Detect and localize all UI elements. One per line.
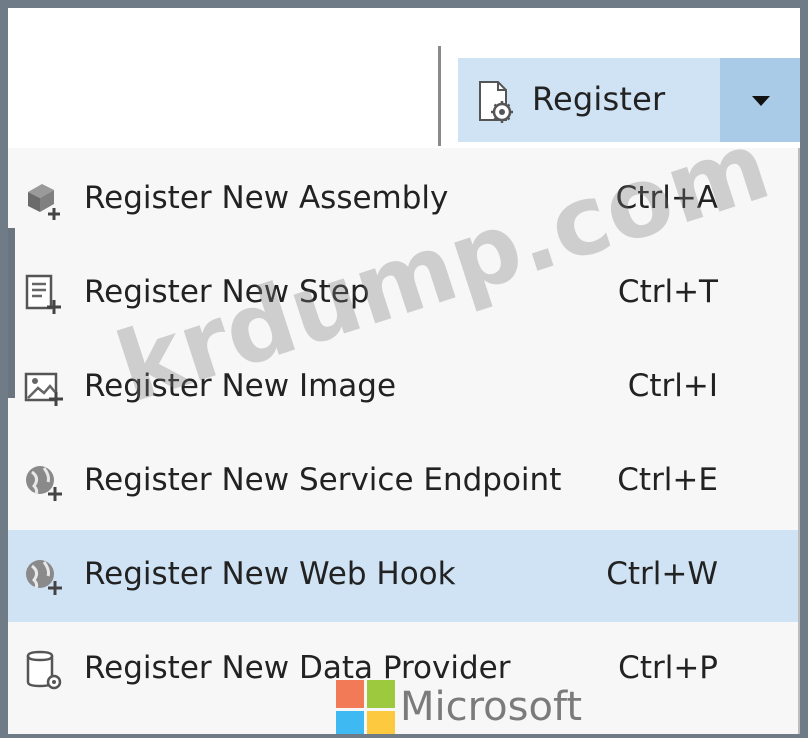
register-dropdown-toggle[interactable] [720,58,800,142]
menu-item-label: Register New Image [84,368,397,404]
menu-item-register-new-service-endpoint[interactable]: Register New Service Endpoint Ctrl+E [8,436,798,528]
chevron-down-icon [752,96,770,106]
menu-item-label: Register New Web Hook [84,556,456,592]
menu-item-label: Register New Data Provider [84,650,511,686]
image-add-icon [22,366,66,410]
menu-item-label: Register New Service Endpoint [84,462,562,498]
register-plugin-icon [476,80,516,124]
menu-item-shortcut: Ctrl+W [606,556,718,592]
menu-item-shortcut: Ctrl+T [617,274,718,310]
data-provider-icon [22,648,66,692]
microsoft-logo-icon [336,680,396,734]
menu-item-shortcut: Ctrl+A [615,180,718,216]
menu-item-register-new-step[interactable]: Register New Step Ctrl+T [8,248,798,340]
screenshot-frame: Register Register New Assembly Ctrl+A Re… [8,8,800,734]
step-add-icon [22,272,66,316]
register-button[interactable]: Register [458,58,720,142]
menu-item-shortcut: Ctrl+P [618,650,718,686]
menu-item-register-new-image[interactable]: Register New Image Ctrl+I [8,342,798,434]
globe-add-icon [22,554,66,598]
toolbar-divider [438,46,441,146]
register-dropdown-menu: Register New Assembly Ctrl+A Register Ne… [8,148,800,734]
menu-item-shortcut: Ctrl+I [627,368,718,404]
assembly-add-icon [22,178,66,222]
menu-item-label: Register New Assembly [84,180,449,216]
microsoft-wordmark: Microsoft [400,684,583,730]
menu-item-register-new-assembly[interactable]: Register New Assembly Ctrl+A [8,154,798,246]
toolbar: Register [8,8,800,148]
menu-item-register-new-web-hook[interactable]: Register New Web Hook Ctrl+W [8,530,798,622]
globe-add-icon [22,460,66,504]
menu-item-shortcut: Ctrl+E [617,462,718,498]
register-button-label: Register [532,80,666,118]
menu-item-label: Register New Step [84,274,370,310]
